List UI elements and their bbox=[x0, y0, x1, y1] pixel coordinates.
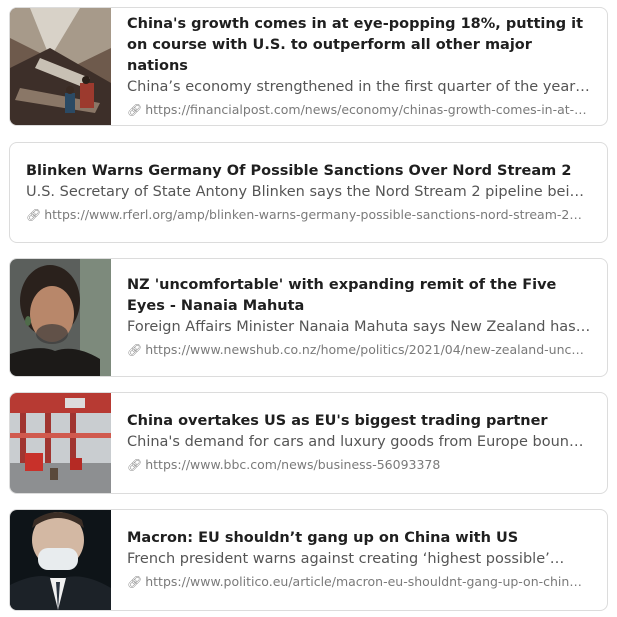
link-icon: 🔗︎ bbox=[127, 102, 143, 117]
news-card[interactable]: China overtakes US as EU's biggest tradi… bbox=[9, 392, 608, 494]
card-body: NZ 'uncomfortable' with expanding remit … bbox=[111, 259, 607, 376]
article-title[interactable]: Blinken Warns Germany Of Possible Sancti… bbox=[26, 161, 591, 182]
article-link[interactable]: 🔗︎ https://www.politico.eu/article/macron… bbox=[127, 572, 591, 592]
link-icon: 🔗︎ bbox=[127, 458, 143, 472]
card-body: China overtakes US as EU's biggest tradi… bbox=[111, 393, 607, 493]
article-description: China's demand for cars and luxury goods… bbox=[127, 434, 591, 450]
article-description: China’s economy strengthened in the firs… bbox=[127, 78, 591, 95]
card-body: China's growth comes in at eye-popping 1… bbox=[111, 8, 607, 125]
card-body: Blinken Warns Germany Of Possible Sancti… bbox=[10, 143, 607, 242]
news-card[interactable]: Macron: EU shouldn’t gang up on China wi… bbox=[9, 509, 608, 611]
news-card[interactable]: NZ 'uncomfortable' with expanding remit … bbox=[9, 258, 608, 377]
article-description: French president warns against creating … bbox=[127, 551, 565, 567]
article-title[interactable]: China's growth comes in at eye-popping 1… bbox=[127, 14, 591, 77]
article-link[interactable]: 🔗︎ https://www.newshub.co.nz/home/politic… bbox=[127, 340, 591, 360]
article-description: Foreign Affairs Minister Nanaia Mahuta s… bbox=[127, 319, 591, 335]
card-body: Macron: EU shouldn’t gang up on China wi… bbox=[111, 510, 607, 610]
news-card[interactable]: China's growth comes in at eye-popping 1… bbox=[9, 7, 608, 126]
article-url[interactable]: https://www.politico.eu/article/macron-e… bbox=[145, 574, 582, 589]
news-card[interactable]: Blinken Warns Germany Of Possible Sancti… bbox=[9, 142, 608, 243]
article-title[interactable]: Macron: EU shouldn’t gang up on China wi… bbox=[127, 528, 591, 549]
article-url[interactable]: https://www.bbc.com/news/business-560933… bbox=[145, 457, 440, 472]
article-thumbnail bbox=[10, 259, 111, 376]
article-url[interactable]: https://www.rferl.org/amp/blinken-warns-… bbox=[44, 207, 582, 222]
article-url[interactable]: https://www.newshub.co.nz/home/politics/… bbox=[145, 342, 584, 357]
article-thumbnail bbox=[10, 510, 111, 610]
article-thumbnail bbox=[10, 393, 111, 493]
link-icon: 🔗︎ bbox=[127, 343, 143, 357]
article-link[interactable]: 🔗︎ https://www.rferl.org/amp/blinken-warn… bbox=[26, 205, 591, 225]
article-title[interactable]: China overtakes US as EU's biggest tradi… bbox=[127, 411, 591, 432]
article-url[interactable]: https://financialpost.com/news/economy/c… bbox=[145, 102, 586, 117]
article-thumbnail bbox=[10, 8, 111, 125]
article-link[interactable]: 🔗︎ https://www.bbc.com/news/business-5609… bbox=[127, 455, 591, 475]
link-icon: 🔗︎ bbox=[127, 575, 143, 589]
article-link[interactable]: 🔗︎ https://financialpost.com/news/economy… bbox=[127, 100, 591, 120]
link-icon: 🔗︎ bbox=[26, 207, 42, 222]
article-title[interactable]: NZ 'uncomfortable' with expanding remit … bbox=[127, 275, 591, 317]
article-description: U.S. Secretary of State Antony Blinken s… bbox=[26, 183, 591, 200]
